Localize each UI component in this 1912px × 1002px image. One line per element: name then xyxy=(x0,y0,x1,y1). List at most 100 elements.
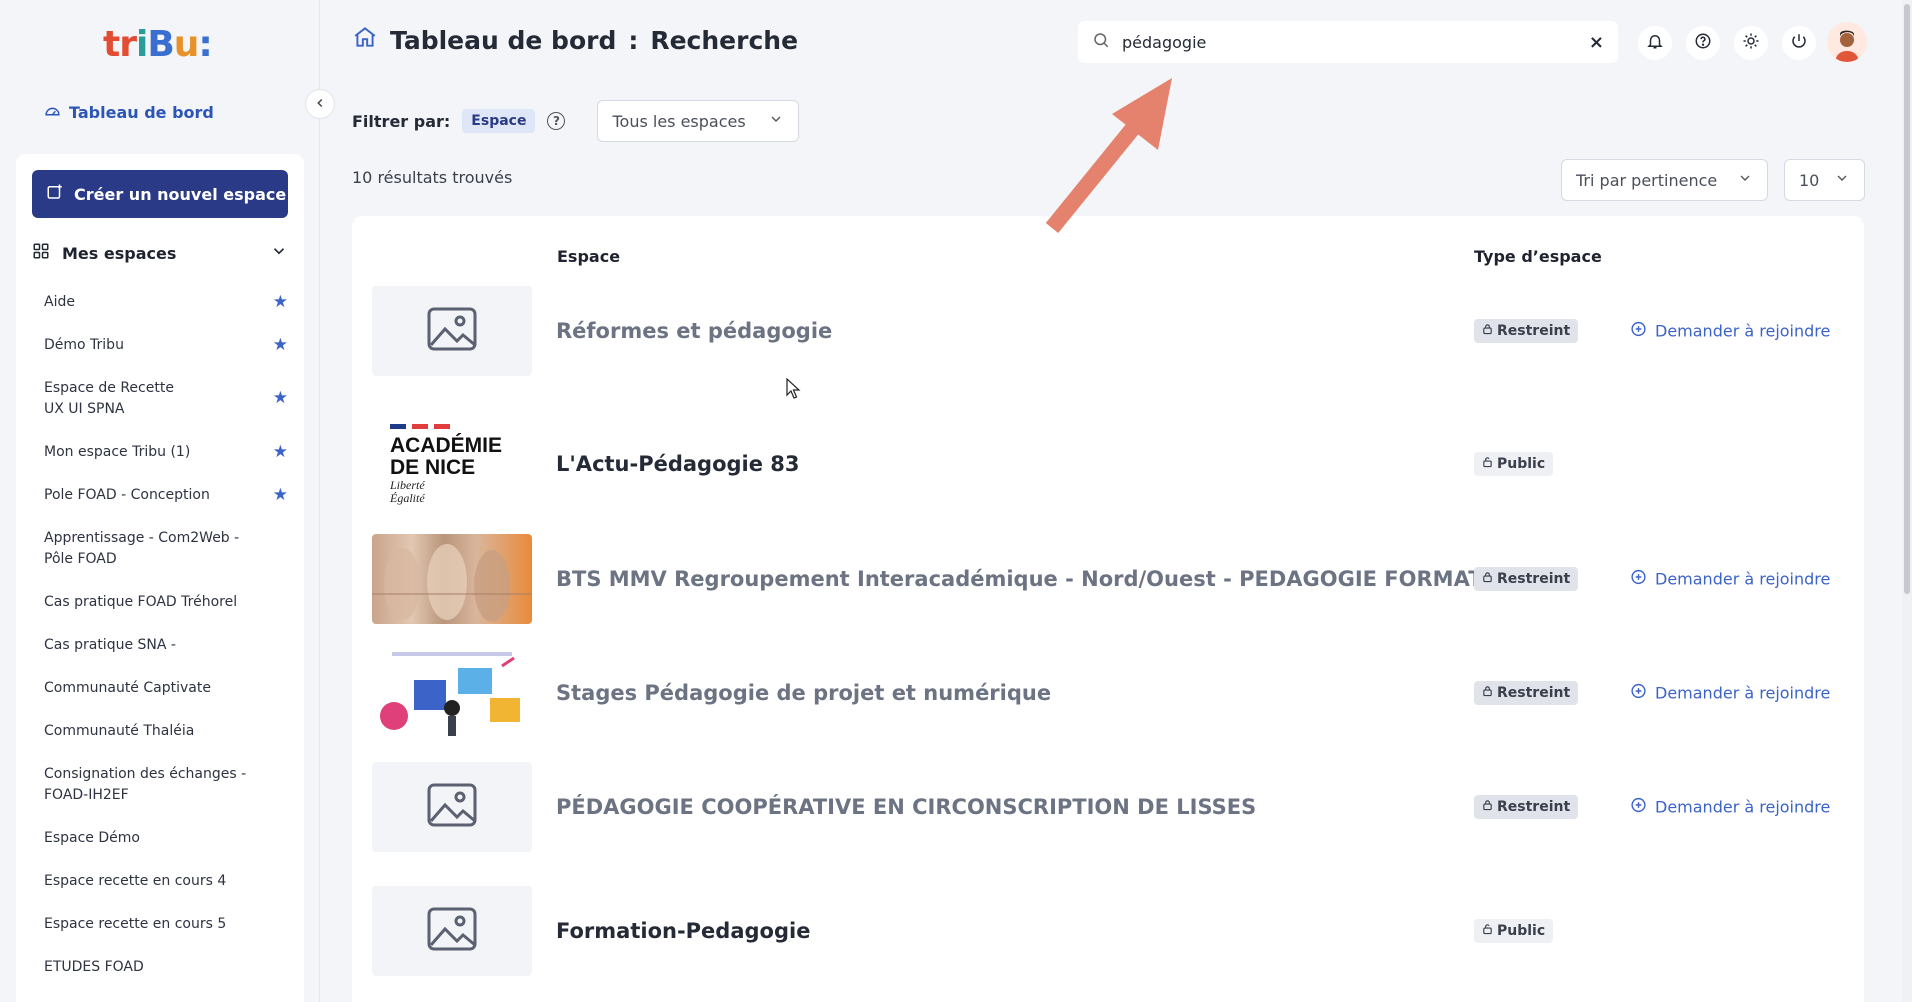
image-placeholder-icon xyxy=(427,783,477,831)
unlock-icon xyxy=(1482,923,1493,939)
spaces-select[interactable]: Tous les espaces xyxy=(597,100,800,142)
filter-row: Filtrer par: Espace ? Tous les espaces xyxy=(352,100,800,142)
notifications-button[interactable] xyxy=(1638,26,1672,60)
filter-chip-espace[interactable]: Espace xyxy=(462,109,536,133)
type-badge: Public xyxy=(1474,919,1554,943)
avatar[interactable] xyxy=(1827,22,1867,62)
academie-logo-line3: Liberté xyxy=(390,477,425,492)
search-input[interactable] xyxy=(1122,32,1577,52)
plus-circle-icon xyxy=(1630,569,1647,590)
create-space-icon xyxy=(46,183,64,205)
space-item[interactable]: Pole FOAD - Conception ★ xyxy=(44,485,288,506)
join-request-link[interactable]: Demander à rejoindre xyxy=(1630,683,1830,704)
space-item[interactable]: Mon espace Tribu (1) ★ xyxy=(44,442,288,463)
space-title[interactable]: PÉDAGOGIE COOPÉRATIVE EN CIRCONSCRIPTION… xyxy=(556,795,1256,819)
sort-select[interactable]: Tri par pertinence xyxy=(1561,159,1768,201)
table-row: Réformes et pédagogie Restreint Demander… xyxy=(352,286,1864,376)
search-icon xyxy=(1092,31,1110,53)
space-title[interactable]: Stages Pédagogie de projet et numérique xyxy=(556,681,1051,705)
tribu-logo[interactable]: triBu: xyxy=(103,24,213,65)
space-item[interactable]: Communauté Captivate xyxy=(44,678,288,699)
theme-toggle-button[interactable] xyxy=(1734,26,1768,60)
unlock-icon xyxy=(1482,456,1493,472)
space-title[interactable]: L'Actu-Pédagogie 83 xyxy=(556,452,800,476)
create-space-button[interactable]: Créer un nouvel espace xyxy=(32,170,288,218)
dashboard-link[interactable]: Tableau de bord xyxy=(44,102,214,123)
table-row: Formation-Pedagogie Public xyxy=(352,886,1864,976)
results-count: 10 résultats trouvés xyxy=(352,168,513,187)
space-item[interactable]: Espace recette en cours 5 xyxy=(44,914,288,935)
grid-icon xyxy=(32,242,50,264)
space-item[interactable]: Aide ★ xyxy=(44,292,288,313)
plus-circle-icon xyxy=(1630,797,1647,818)
lock-icon xyxy=(1482,685,1493,701)
space-title[interactable]: Réformes et pédagogie xyxy=(556,319,832,343)
space-thumbnail xyxy=(372,286,532,376)
type-badge: Restreint xyxy=(1474,319,1579,343)
image-placeholder-icon xyxy=(427,307,477,355)
plus-circle-icon xyxy=(1630,683,1647,704)
results-table: Espace Type d’espace Réformes et pédagog… xyxy=(352,216,1864,1002)
space-thumbnail xyxy=(372,886,532,976)
join-request-link[interactable]: Demander à rejoindre xyxy=(1630,797,1830,818)
table-row: Stages Pédagogie de projet et numérique … xyxy=(352,648,1864,738)
star-icon[interactable]: ★ xyxy=(273,485,288,506)
table-row: BTS MMV Regroupement Interacadémique - N… xyxy=(352,534,1864,624)
space-item[interactable]: Cas pratique SNA - xyxy=(44,635,288,656)
space-item[interactable]: Consignation des échanges - FOAD-IH2EF xyxy=(44,764,288,806)
space-item[interactable]: Espace recette en cours 4 xyxy=(44,871,288,892)
page-size-select[interactable]: 10 xyxy=(1784,159,1865,201)
table-row: ACADÉMIE DE NICE Liberté Égalité L'Actu-… xyxy=(352,409,1864,519)
breadcrumb-separator: : xyxy=(628,25,639,55)
logout-button[interactable] xyxy=(1782,26,1816,60)
breadcrumb-dashboard[interactable]: Tableau de bord xyxy=(390,26,616,55)
create-space-label: Créer un nouvel espace xyxy=(74,184,287,204)
space-item[interactable]: Espace Démo xyxy=(44,828,288,849)
space-item[interactable]: Démo Tribu ★ xyxy=(44,335,288,356)
chevron-down-icon xyxy=(1834,170,1850,190)
type-badge: Restreint xyxy=(1474,567,1579,591)
home-icon[interactable] xyxy=(352,24,378,56)
space-thumbnail xyxy=(372,534,532,624)
lock-icon xyxy=(1482,799,1493,815)
space-thumbnail xyxy=(372,648,532,738)
space-title[interactable]: Formation-Pedagogie xyxy=(556,919,810,943)
space-thumbnail: ACADÉMIE DE NICE Liberté Égalité xyxy=(372,409,532,519)
space-title[interactable]: BTS MMV Regroupement Interacadémique - N… xyxy=(556,567,1526,591)
filter-label: Filtrer par: xyxy=(352,111,451,131)
dashboard-icon xyxy=(44,102,61,123)
collapse-sidebar-button[interactable] xyxy=(305,89,335,119)
star-icon[interactable]: ★ xyxy=(273,442,288,463)
join-request-link[interactable]: Demander à rejoindre xyxy=(1630,321,1830,342)
sun-icon xyxy=(1742,32,1760,54)
space-item[interactable]: ETUDES FOAD xyxy=(44,957,288,978)
mannequins-photo xyxy=(372,544,532,622)
clear-search-icon[interactable]: × xyxy=(1589,32,1604,53)
space-item[interactable]: Communauté Thaléia xyxy=(44,721,288,742)
image-placeholder-icon xyxy=(427,907,477,955)
scrollbar-thumb[interactable] xyxy=(1904,4,1910,594)
help-icon[interactable]: ? xyxy=(547,112,566,130)
chevron-down-icon xyxy=(768,111,784,131)
my-spaces-toggle[interactable]: Mes espaces xyxy=(32,242,288,264)
join-request-link[interactable]: Demander à rejoindre xyxy=(1630,569,1830,590)
space-item[interactable]: Cas pratique FOAD Tréhorel xyxy=(44,592,288,613)
flag-bars xyxy=(390,423,450,429)
breadcrumb-search: Recherche xyxy=(650,25,799,55)
space-item[interactable]: Apprentissage - Com2Web - Pôle FOAD xyxy=(44,528,288,570)
space-item[interactable]: Espace de Recette UX UI SPNA ★ xyxy=(44,378,288,420)
academie-logo-line2: DE NICE xyxy=(390,455,476,479)
page-scrollbar[interactable] xyxy=(1902,0,1912,1002)
help-button[interactable] xyxy=(1686,26,1720,60)
star-icon[interactable]: ★ xyxy=(273,335,288,356)
star-icon[interactable]: ★ xyxy=(273,388,288,409)
dashboard-link-label: Tableau de bord xyxy=(69,103,214,122)
project-illustration xyxy=(380,652,520,736)
plus-circle-icon xyxy=(1630,321,1647,342)
star-icon[interactable]: ★ xyxy=(273,292,288,313)
type-badge: Restreint xyxy=(1474,681,1579,705)
spaces-panel: Créer un nouvel espace Mes espaces Aide ★… xyxy=(16,154,304,1002)
chevron-down-icon xyxy=(270,242,288,264)
my-spaces-label: Mes espaces xyxy=(62,243,177,263)
academie-logo-line4: Égalité xyxy=(390,490,425,505)
